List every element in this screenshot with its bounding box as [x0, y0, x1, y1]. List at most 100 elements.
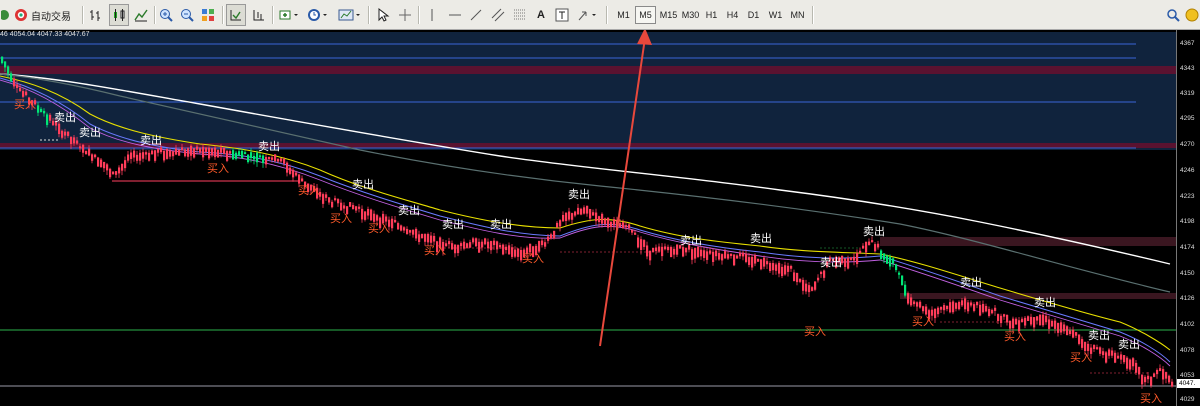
- candle-body: [880, 250, 883, 260]
- candle-body: [550, 234, 553, 239]
- tile-windows-icon[interactable]: [199, 4, 217, 26]
- candle-body: [883, 253, 886, 260]
- candle-body: [922, 306, 925, 312]
- line-chart-icon[interactable]: [132, 4, 150, 26]
- candle-body: [484, 238, 487, 245]
- candle-body: [448, 241, 451, 245]
- indicators-dropdown-icon[interactable]: [277, 4, 301, 26]
- candle-body: [1060, 322, 1063, 333]
- timeframe-h1[interactable]: H1: [701, 6, 722, 24]
- help-icon[interactable]: [1184, 4, 1200, 26]
- chart-shift-icon[interactable]: [250, 4, 268, 26]
- timeframe-m5[interactable]: M5: [635, 6, 656, 24]
- candle-body: [706, 251, 709, 260]
- candle-body: [217, 149, 220, 158]
- navigator-icon[interactable]: [0, 4, 12, 26]
- candle-body: [976, 301, 979, 306]
- candle-body: [106, 164, 109, 171]
- candle-body: [559, 220, 562, 227]
- candle-body: [748, 257, 751, 265]
- candle-body: [457, 245, 460, 254]
- candle-body: [235, 152, 238, 159]
- candle-body: [1075, 332, 1078, 336]
- cursor-icon[interactable]: [374, 4, 392, 26]
- timeframe-mn[interactable]: MN: [787, 6, 808, 24]
- candle-body: [655, 247, 658, 252]
- autotrade-icon: [15, 9, 27, 21]
- candlestick-chart-icon[interactable]: [109, 4, 129, 26]
- sell-signal: 卖出: [258, 139, 280, 153]
- candle-body: [712, 251, 715, 262]
- candle-body: [847, 257, 850, 269]
- candle-body: [676, 244, 679, 255]
- candle-body: [490, 241, 493, 251]
- auto-scroll-icon[interactable]: [226, 4, 246, 26]
- candle-body: [121, 163, 124, 171]
- timeframe-m1[interactable]: M1: [613, 6, 634, 24]
- equidistant-channel-icon[interactable]: [489, 4, 507, 26]
- zoom-in-icon[interactable]: [157, 4, 175, 26]
- candle-body: [232, 150, 235, 160]
- candle-body: [10, 73, 13, 82]
- candle-body: [76, 140, 79, 144]
- search-icon[interactable]: [1164, 4, 1182, 26]
- vertical-line-icon[interactable]: [424, 4, 440, 26]
- candle-body: [427, 233, 430, 243]
- candle-body: [607, 217, 610, 228]
- arrows-dropdown-icon[interactable]: [575, 4, 601, 26]
- candle-body: [85, 150, 88, 155]
- candle-body: [283, 158, 286, 164]
- candle-body: [298, 174, 301, 184]
- timeframe-m30[interactable]: M30: [680, 6, 701, 24]
- candle-body: [118, 167, 121, 174]
- text-label-icon[interactable]: [553, 4, 571, 26]
- candle-body: [967, 302, 970, 312]
- timeframe-w1[interactable]: W1: [765, 6, 786, 24]
- crosshair-icon[interactable]: [396, 4, 414, 26]
- horizontal-line-icon[interactable]: [446, 4, 464, 26]
- fibonacci-icon[interactable]: [511, 4, 529, 26]
- candle-body: [505, 246, 508, 251]
- sell-signal: 卖出: [820, 255, 842, 269]
- timeframe-m15[interactable]: M15: [658, 6, 679, 24]
- periodicity-dropdown-icon[interactable]: [305, 4, 331, 26]
- candle-body: [382, 213, 385, 224]
- candle-body: [187, 148, 190, 157]
- candle-body: [406, 228, 409, 235]
- candle-body: [472, 238, 475, 243]
- candle-body: [1123, 355, 1126, 363]
- candle-body: [160, 147, 163, 153]
- candle-body: [634, 232, 637, 235]
- candle-body: [103, 161, 106, 169]
- candle-body: [907, 293, 910, 304]
- candle-body: [844, 258, 847, 267]
- candle-body: [1141, 374, 1144, 385]
- price-axis[interactable]: 4367 4343 4319 4295 4270 4246 4223 4198 …: [1176, 30, 1200, 406]
- candle-body: [781, 266, 784, 277]
- autotrade-button[interactable]: 自动交易: [14, 4, 76, 26]
- candle-body: [646, 245, 649, 257]
- candle-body: [394, 219, 397, 223]
- candle-body: [430, 235, 433, 243]
- candle-body: [271, 157, 274, 160]
- price-chart[interactable]: 卖出 卖出 卖出 卖出 卖出 卖出 卖出 卖出 卖出 卖出 卖出 卖出 卖出 卖…: [0, 30, 1200, 406]
- candle-body: [151, 150, 154, 155]
- text-tool-button[interactable]: A: [533, 4, 549, 26]
- candle-body: [61, 130, 64, 138]
- price-label: 4270: [1180, 141, 1195, 148]
- timeframe-h4[interactable]: H4: [722, 6, 743, 24]
- candle-body: [700, 249, 703, 257]
- trendline-icon[interactable]: [467, 4, 485, 26]
- timeframe-d1[interactable]: D1: [743, 6, 764, 24]
- price-label: 4102: [1180, 321, 1195, 328]
- candle-body: [181, 147, 184, 151]
- bar-chart-icon[interactable]: [87, 4, 105, 26]
- price-label: 4078: [1180, 347, 1195, 354]
- zoom-out-icon[interactable]: [178, 4, 196, 26]
- candle-body: [175, 148, 178, 155]
- templates-dropdown-icon[interactable]: [336, 4, 364, 26]
- candle-body: [1042, 314, 1045, 326]
- candle-body: [673, 248, 676, 255]
- candle-body: [1087, 343, 1090, 351]
- candle-body: [1015, 318, 1018, 325]
